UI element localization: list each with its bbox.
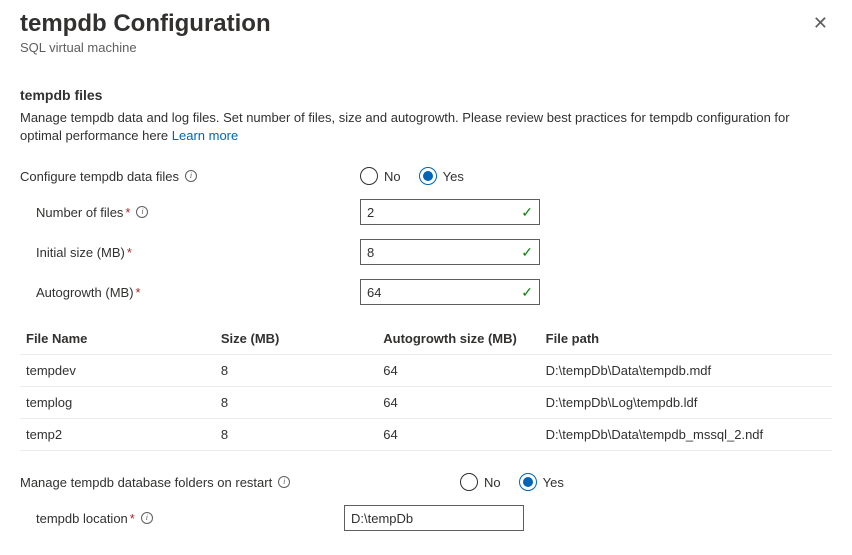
cell-file-path: D:\tempDb\Data\tempdb.mdf: [540, 355, 832, 387]
radio-icon: [519, 473, 537, 491]
section-description: Manage tempdb data and log files. Set nu…: [20, 109, 832, 145]
input-value: 8: [367, 245, 521, 260]
input-value: 2: [367, 205, 521, 220]
learn-more-link[interactable]: Learn more: [172, 128, 238, 143]
radio-label-yes: Yes: [443, 169, 464, 184]
tempdb-location-label: tempdb location: [36, 511, 128, 526]
info-icon[interactable]: i: [141, 512, 153, 524]
number-of-files-input[interactable]: 2 ✓: [360, 199, 540, 225]
required-indicator: *: [127, 245, 132, 260]
table-row: tempdev 8 64 D:\tempDb\Data\tempdb.mdf: [20, 355, 832, 387]
table-row: temp2 8 64 D:\tempDb\Data\tempdb_mssql_2…: [20, 419, 832, 451]
required-indicator: *: [125, 205, 130, 220]
col-header-file-name: File Name: [20, 323, 215, 355]
radio-icon: [460, 473, 478, 491]
manage-folders-no[interactable]: No: [460, 473, 501, 491]
cell-autogrowth: 64: [377, 355, 539, 387]
manage-folders-radio-group[interactable]: No Yes: [460, 473, 564, 491]
cell-size: 8: [215, 419, 377, 451]
info-icon[interactable]: i: [278, 476, 290, 488]
initial-size-input[interactable]: 8 ✓: [360, 239, 540, 265]
col-header-autogrowth: Autogrowth size (MB): [377, 323, 539, 355]
required-indicator: *: [136, 285, 141, 300]
cell-file-path: D:\tempDb\Data\tempdb_mssql_2.ndf: [540, 419, 832, 451]
validation-check-icon: ✓: [521, 204, 533, 221]
cell-file-path: D:\tempDb\Log\tempdb.ldf: [540, 387, 832, 419]
validation-check-icon: ✓: [521, 284, 533, 301]
cell-size: 8: [215, 387, 377, 419]
configure-datafiles-label: Configure tempdb data files: [20, 169, 179, 184]
cell-autogrowth: 64: [377, 419, 539, 451]
input-value: 64: [367, 285, 521, 300]
manage-folders-yes[interactable]: Yes: [519, 473, 564, 491]
page-subtitle: SQL virtual machine: [20, 40, 271, 55]
radio-label-no: No: [384, 169, 401, 184]
configure-datafiles-no[interactable]: No: [360, 167, 401, 185]
cell-file-name: temp2: [20, 419, 215, 451]
files-table: File Name Size (MB) Autogrowth size (MB)…: [20, 323, 832, 451]
table-header-row: File Name Size (MB) Autogrowth size (MB)…: [20, 323, 832, 355]
page-title: tempdb Configuration: [20, 10, 271, 38]
radio-icon: [419, 167, 437, 185]
initial-size-label: Initial size (MB): [36, 245, 125, 260]
required-indicator: *: [130, 511, 135, 526]
table-row: templog 8 64 D:\tempDb\Log\tempdb.ldf: [20, 387, 832, 419]
cell-file-name: templog: [20, 387, 215, 419]
close-icon[interactable]: ✕: [809, 10, 832, 36]
tempdb-location-input[interactable]: D:\tempDb: [344, 505, 524, 531]
autogrowth-input[interactable]: 64 ✓: [360, 279, 540, 305]
validation-check-icon: ✓: [521, 244, 533, 261]
cell-file-name: tempdev: [20, 355, 215, 387]
configure-datafiles-yes[interactable]: Yes: [419, 167, 464, 185]
radio-label-yes: Yes: [543, 475, 564, 490]
radio-icon: [360, 167, 378, 185]
info-icon[interactable]: i: [185, 170, 197, 182]
number-of-files-label: Number of files: [36, 205, 123, 220]
info-icon[interactable]: i: [136, 206, 148, 218]
manage-folders-label: Manage tempdb database folders on restar…: [20, 475, 272, 490]
configure-datafiles-radio-group[interactable]: No Yes: [360, 167, 464, 185]
input-value: D:\tempDb: [351, 511, 517, 526]
radio-label-no: No: [484, 475, 501, 490]
col-header-file-path: File path: [540, 323, 832, 355]
description-text: Manage tempdb data and log files. Set nu…: [20, 110, 790, 143]
autogrowth-label: Autogrowth (MB): [36, 285, 134, 300]
cell-size: 8: [215, 355, 377, 387]
cell-autogrowth: 64: [377, 387, 539, 419]
section-heading-tempdb-files: tempdb files: [20, 87, 832, 103]
col-header-size: Size (MB): [215, 323, 377, 355]
